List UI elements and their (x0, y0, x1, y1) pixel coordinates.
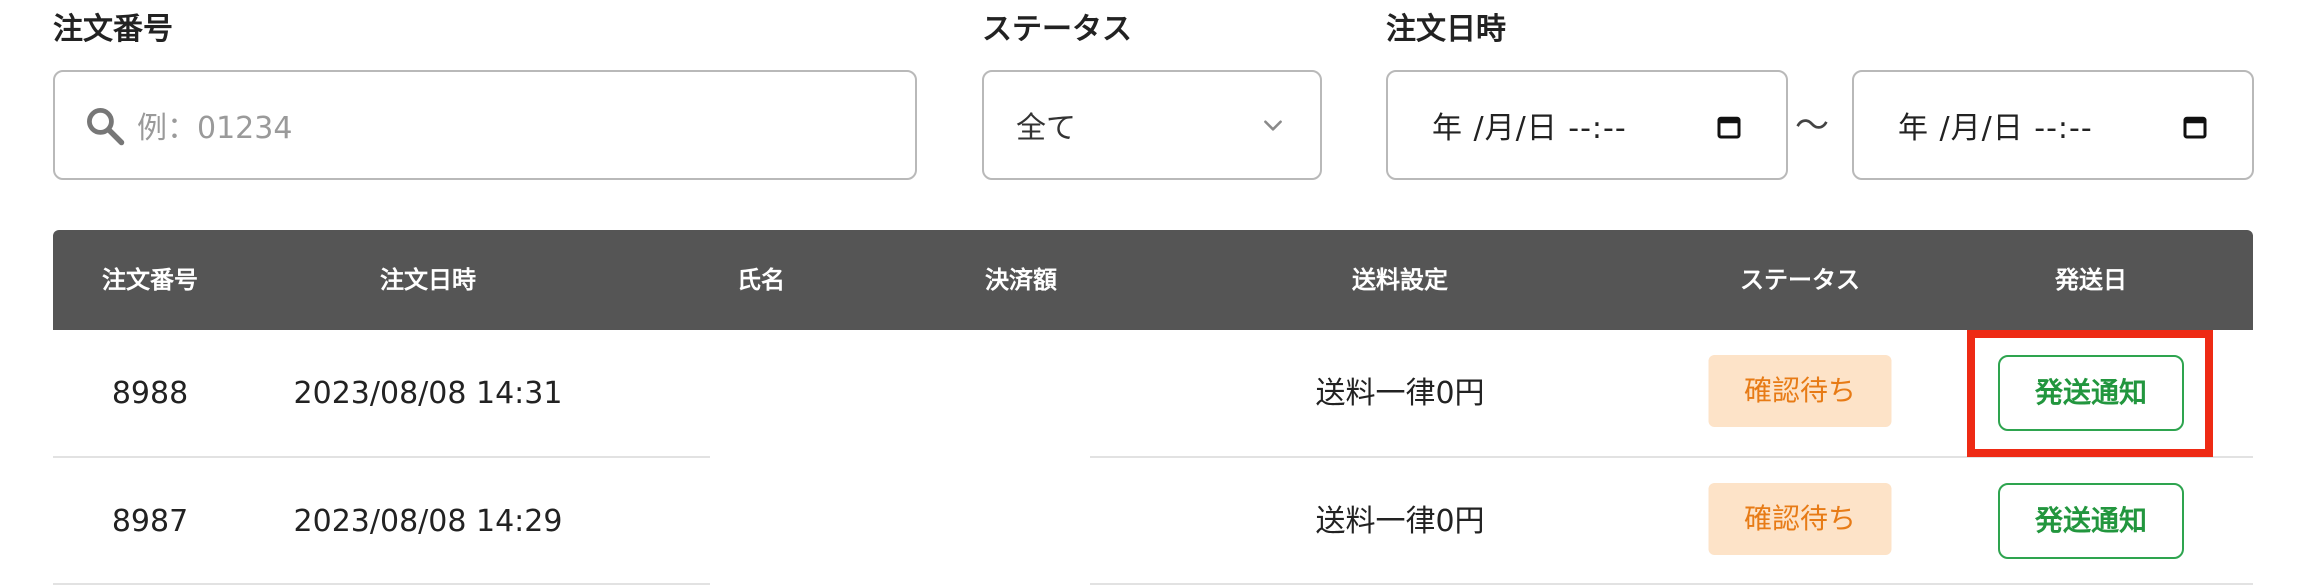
column-header-status: ステータス (1740, 266, 1860, 294)
order-number-cell: 8987 (111, 504, 189, 539)
date-to-value: 年 /月/日 --:-- (1898, 111, 2093, 146)
order-datetime-label: 注文日時 (1386, 12, 1506, 47)
column-header-ship-date: 発送日 (2055, 266, 2127, 294)
status-label: ステータス (982, 12, 1132, 47)
status-select[interactable]: 全て (982, 70, 1322, 180)
order-number-label: 注文番号 (53, 12, 173, 47)
order-datetime-cell: 2023/08/08 14:31 (293, 376, 563, 411)
highlight-box (1967, 330, 2213, 457)
order-number-placeholder: 例：01234 (137, 111, 293, 146)
status-select-value: 全て (1016, 111, 1076, 146)
column-header-amount: 決済額 (985, 266, 1057, 294)
status-badge: 確認待ち (1708, 483, 1892, 555)
shipping-cell: 送料一律0円 (1315, 504, 1485, 539)
status-badge: 確認待ち (1708, 355, 1892, 427)
order-datetime-cell: 2023/08/08 14:29 (293, 504, 563, 539)
table-row: 8988 2023/08/08 14:31 送料一律0円 確認待ち 発送通知 (53, 330, 2253, 457)
orders-table-header: 注文番号 注文日時 氏名 決済額 送料設定 ステータス 発送日 (53, 230, 2253, 330)
table-row: 8987 2023/08/08 14:29 送料一律0円 確認待ち 発送通知 (53, 458, 2253, 585)
column-header-shipping: 送料設定 (1352, 266, 1448, 294)
date-to-input[interactable]: 年 /月/日 --:-- (1852, 70, 2254, 180)
column-header-name: 氏名 (737, 266, 785, 294)
shipping-notice-button[interactable]: 発送通知 (1998, 483, 2184, 559)
calendar-icon[interactable] (1714, 112, 1744, 142)
search-icon (87, 108, 125, 146)
shipping-cell: 送料一律0円 (1315, 376, 1485, 411)
column-header-order-number: 注文番号 (102, 266, 198, 294)
date-from-value: 年 /月/日 --:-- (1432, 111, 1627, 146)
calendar-icon[interactable] (2180, 112, 2210, 142)
order-number-cell: 8988 (111, 376, 189, 411)
date-from-input[interactable]: 年 /月/日 --:-- (1386, 70, 1788, 180)
column-header-order-datetime: 注文日時 (380, 266, 476, 294)
date-range-separator: 〜 (1795, 106, 1829, 146)
order-number-input[interactable]: 例：01234 (53, 70, 917, 180)
chevron-down-icon (1264, 120, 1282, 131)
